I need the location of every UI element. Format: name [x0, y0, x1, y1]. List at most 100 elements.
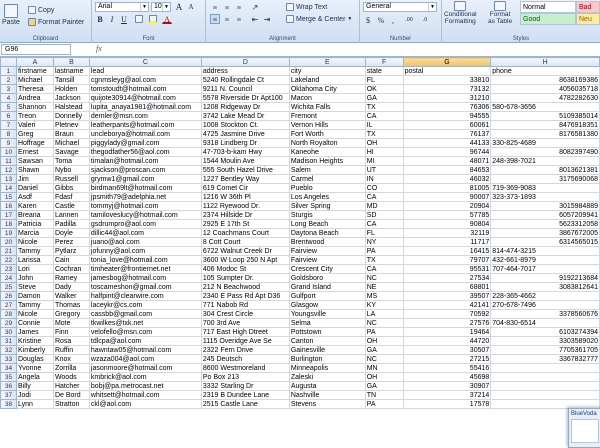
style-neutral[interactable]: Neu: [576, 13, 600, 25]
cell[interactable]: jamesbog@hotmail.com: [88, 273, 202, 283]
cell[interactable]: piggylady@gmail.com: [88, 138, 202, 148]
cell[interactable]: 11717: [402, 237, 492, 247]
cell[interactable]: quijote30914@hotmail.com: [88, 93, 202, 103]
cell[interactable]: 79707: [402, 255, 492, 265]
cell[interactable]: 1227 Bentley Way: [200, 174, 290, 184]
cell[interactable]: NC: [364, 318, 404, 328]
cell[interactable]: 27215: [402, 354, 492, 364]
cell[interactable]: 4725 Jasmine Drive: [200, 129, 290, 139]
italic-button[interactable]: I: [107, 14, 117, 24]
cell[interactable]: Daniel: [15, 183, 54, 193]
row-number[interactable]: 6: [0, 111, 17, 121]
row-number[interactable]: 33: [0, 354, 17, 364]
cell[interactable]: Greg: [15, 129, 54, 139]
row-number[interactable]: 20: [0, 237, 17, 247]
chevron-down-icon[interactable]: ▼: [428, 3, 436, 11]
style-good[interactable]: Good: [520, 13, 576, 25]
cell[interactable]: 31210: [402, 93, 492, 103]
cell[interactable]: John: [15, 273, 54, 283]
cell[interactable]: cgnmsleyg@aol.com: [88, 75, 202, 85]
cell[interactable]: demler@msn.com: [88, 111, 202, 121]
cell[interactable]: jasonmoore@hotmail.com: [88, 363, 202, 373]
cell[interactable]: North Royalton: [288, 138, 366, 148]
cell[interactable]: birdman69lt@hotmail.com: [88, 183, 202, 193]
align-left-icon[interactable]: ≡: [210, 14, 220, 24]
cell[interactable]: address: [200, 66, 290, 76]
cell[interactable]: NC: [364, 273, 404, 283]
cell[interactable]: Stratton: [52, 399, 90, 409]
row-number[interactable]: 29: [0, 318, 17, 328]
row-number[interactable]: 34: [0, 363, 17, 373]
orientation-icon[interactable]: ↗: [250, 2, 260, 12]
cell[interactable]: Connie: [15, 318, 54, 328]
cell[interactable]: Wichita Falls: [288, 102, 366, 112]
cell[interactable]: tonia_love@hotmail.com: [88, 255, 202, 265]
cell[interactable]: cassbb@gmail.com: [88, 309, 202, 319]
row-number[interactable]: 5: [0, 102, 17, 112]
cell[interactable]: ckl@aol.com: [88, 399, 202, 409]
cell[interactable]: 6722 Walnut Creek Dr: [200, 246, 290, 256]
row-number[interactable]: 8: [0, 129, 17, 139]
row-number[interactable]: 9: [0, 138, 17, 148]
column-header[interactable]: B: [52, 57, 90, 67]
row-number[interactable]: 26: [0, 291, 17, 301]
cell[interactable]: 1008 Stockton Ct.: [200, 120, 290, 130]
row-number[interactable]: 31: [0, 336, 17, 346]
number-format-select[interactable]: General ▼: [363, 2, 437, 12]
cell[interactable]: Cochran: [52, 264, 90, 274]
cell[interactable]: Fort Worth: [288, 129, 366, 139]
row-number[interactable]: 37: [0, 390, 17, 400]
style-normal[interactable]: Normal: [520, 1, 576, 13]
cell[interactable]: 8176581380: [490, 129, 600, 139]
row-number[interactable]: 25: [0, 282, 17, 292]
cell[interactable]: velofello@msn.com: [88, 327, 202, 337]
cell[interactable]: SD: [364, 210, 404, 220]
cell[interactable]: Lori: [15, 264, 54, 274]
cell[interactable]: gsdrumpro@aol.com: [88, 219, 202, 229]
chevron-down-icon[interactable]: ▼: [162, 3, 170, 11]
cell[interactable]: Kimberly: [15, 345, 54, 355]
cell[interactable]: 6057209941: [490, 210, 600, 220]
cell[interactable]: tommyj@hotmail.com: [88, 201, 202, 211]
cell[interactable]: laceykr@cs.com: [88, 300, 202, 310]
cell[interactable]: [490, 363, 600, 373]
row-number[interactable]: 7: [0, 120, 17, 130]
row-number[interactable]: 13: [0, 174, 17, 184]
cell[interactable]: 1208 Ridgeway Dr: [200, 102, 290, 112]
cell[interactable]: 580-678-3656: [490, 102, 600, 112]
cell[interactable]: Braun: [52, 129, 90, 139]
cell[interactable]: 84653: [402, 165, 492, 175]
cell[interactable]: Crescent City: [288, 264, 366, 274]
cell[interactable]: Douglas: [15, 354, 54, 364]
wrap-text-button[interactable]: Wrap Text: [286, 3, 327, 11]
cell[interactable]: 248-398-7021: [490, 156, 600, 166]
cell[interactable]: Shawn: [15, 165, 54, 175]
cell[interactable]: 30507: [402, 345, 492, 355]
cell[interactable]: Jodi: [15, 390, 54, 400]
cell[interactable]: 17578: [402, 399, 492, 409]
row-number[interactable]: 1: [0, 66, 17, 76]
cell[interactable]: Fremont: [288, 111, 366, 121]
comma-button[interactable]: ,: [388, 15, 398, 25]
cell[interactable]: 8476918351: [490, 120, 600, 130]
cell[interactable]: 228-365-4662: [490, 291, 600, 301]
cell[interactable]: Damon: [15, 291, 54, 301]
conditional-formatting-button[interactable]: Conditional Formatting: [444, 1, 477, 25]
cell[interactable]: Gulfport: [288, 291, 366, 301]
cell[interactable]: 270-678-7496: [490, 300, 600, 310]
cell[interactable]: [490, 381, 600, 391]
cell[interactable]: Asdf: [15, 192, 54, 202]
cell[interactable]: 3175690068: [490, 174, 600, 184]
borders-button[interactable]: [134, 14, 144, 24]
row-number[interactable]: 14: [0, 183, 17, 193]
cell[interactable]: thegodfather56@aol.com: [88, 147, 202, 157]
cell[interactable]: Gregory: [52, 309, 90, 319]
cell[interactable]: 1216 W 36th Pl: [200, 192, 290, 202]
cell[interactable]: 70592: [402, 309, 492, 319]
cell[interactable]: 27534: [402, 273, 492, 283]
cell[interactable]: Billy: [15, 381, 54, 391]
cell[interactable]: 8013621381: [490, 165, 600, 175]
cell[interactable]: Larissa: [15, 255, 54, 265]
align-bottom-icon[interactable]: ≡: [234, 2, 244, 12]
cell[interactable]: OH: [364, 372, 404, 382]
